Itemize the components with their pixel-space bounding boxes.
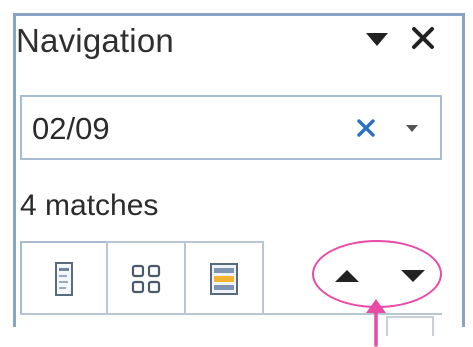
pane-title: Navigation: [16, 22, 174, 59]
triangle-down-icon: [366, 33, 388, 46]
search-results-icon: [210, 263, 238, 295]
heading-icon: [55, 262, 73, 296]
close-pane-button[interactable]: [408, 22, 438, 54]
search-options-button[interactable]: [400, 117, 424, 139]
search-field[interactable]: [20, 95, 442, 160]
previous-result-button[interactable]: [327, 258, 367, 294]
next-result-button[interactable]: [393, 258, 433, 294]
close-icon: [357, 119, 375, 137]
tab-browse-results[interactable]: [184, 241, 264, 315]
screenshot-stage: Navigation 4 matches: [0, 0, 473, 347]
browse-tab-strip: [20, 241, 264, 315]
page-thumbnails-icon: [131, 264, 161, 294]
tab-divider: [20, 313, 442, 315]
pane-options-button[interactable]: [363, 26, 391, 52]
scrollbar-stub: [386, 316, 434, 336]
triangle-up-icon: [335, 270, 359, 282]
search-input[interactable]: [32, 111, 332, 147]
clear-search-button[interactable]: [352, 114, 380, 142]
triangle-down-icon: [401, 270, 425, 282]
match-count: 4 matches: [20, 189, 159, 222]
tab-browse-pages[interactable]: [106, 241, 186, 315]
tab-browse-headings[interactable]: [20, 241, 108, 315]
chevron-down-icon: [406, 125, 418, 132]
close-icon: [412, 27, 434, 49]
